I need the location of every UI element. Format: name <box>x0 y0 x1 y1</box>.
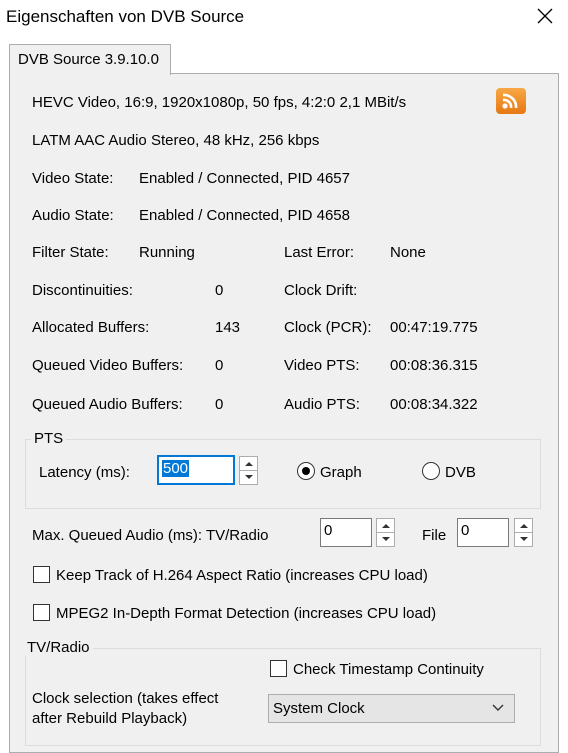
latency-input[interactable]: 500 <box>157 455 235 485</box>
latency-label: Latency (ms): <box>39 464 130 481</box>
dvb-radio[interactable] <box>422 462 440 480</box>
dvb-radio-label[interactable]: DVB <box>445 464 476 481</box>
last-error-value: None <box>390 244 426 261</box>
pts-group-title: PTS <box>31 430 67 447</box>
clock-selection-label-line1: Clock selection (takes effect <box>32 690 219 707</box>
keep-track-label[interactable]: Keep Track of H.264 Aspect Ratio (increa… <box>56 567 428 584</box>
filter-state-value: Running <box>139 244 195 261</box>
clock-drift-label: Clock Drift: <box>284 282 358 299</box>
allocated-buffers-value: 143 <box>215 319 241 336</box>
chevron-up-icon <box>520 524 528 528</box>
tv-radio-queue-input[interactable]: 0 <box>320 518 372 547</box>
tv-radio-queue-spinner[interactable] <box>376 518 395 547</box>
graph-radio[interactable] <box>297 462 315 480</box>
max-queued-audio-label: Max. Queued Audio (ms): TV/Radio <box>32 527 269 544</box>
clock-selection-value: System Clock <box>273 700 365 717</box>
check-timestamp-checkbox[interactable] <box>270 660 287 677</box>
audio-pts-label: Audio PTS: <box>284 396 360 413</box>
tv-radio-queue-value: 0 <box>324 522 333 539</box>
allocated-buffers-label: Allocated Buffers: <box>32 319 150 336</box>
mpeg2-detection-label[interactable]: MPEG2 In-Depth Format Detection (increas… <box>56 605 436 622</box>
radio-selected-dot <box>302 467 310 475</box>
latency-spin-down-button[interactable] <box>239 470 258 485</box>
chevron-down-icon <box>245 475 253 479</box>
filter-state-label: Filter State: <box>32 244 109 261</box>
file-spin-down-button[interactable] <box>514 532 533 547</box>
tv-radio-spin-up-button[interactable] <box>376 518 395 533</box>
video-state-value: Enabled / Connected, PID 4657 <box>139 170 350 187</box>
clock-selection-dropdown[interactable]: System Clock <box>268 694 515 723</box>
queued-video-value: 0 <box>215 357 224 374</box>
file-queue-spinner[interactable] <box>514 518 533 547</box>
keep-track-checkbox[interactable] <box>33 566 50 583</box>
latency-spin-up-button[interactable] <box>239 456 258 471</box>
mpeg2-detection-checkbox[interactable] <box>33 604 50 621</box>
audio-format-text: LATM AAC Audio Stereo, 48 kHz, 256 kbps <box>32 132 320 149</box>
tab-label: DVB Source 3.9.10.0 <box>18 51 159 68</box>
audio-pts-value: 00:08:34.322 <box>390 396 478 413</box>
latency-value: 500 <box>162 460 190 477</box>
last-error-label: Last Error: <box>284 244 355 261</box>
rss-icon[interactable] <box>496 88 526 114</box>
file-label: File <box>422 527 447 544</box>
clock-selection-label-line2: after Rebuild Playback) <box>32 710 188 727</box>
video-state-label: Video State: <box>32 170 114 187</box>
chevron-down-icon <box>382 537 390 541</box>
audio-state-value: Enabled / Connected, PID 4658 <box>139 207 350 224</box>
video-pts-value: 00:08:36.315 <box>390 357 478 374</box>
queued-video-label: Queued Video Buffers: <box>32 357 184 374</box>
video-format-text: HEVC Video, 16:9, 1920x1080p, 50 fps, 4:… <box>32 94 407 111</box>
file-queue-input[interactable]: 0 <box>457 518 509 547</box>
video-pts-label: Video PTS: <box>284 357 360 374</box>
clock-pcr-value: 00:47:19.775 <box>390 319 478 336</box>
discontinuities-label: Discontinuities: <box>32 282 133 299</box>
clock-pcr-label: Clock (PCR): <box>284 319 372 336</box>
tv-radio-spin-down-button[interactable] <box>376 532 395 547</box>
file-spin-up-button[interactable] <box>514 518 533 533</box>
window-title: Eigenschaften von DVB Source <box>6 7 245 26</box>
chevron-up-icon <box>382 524 390 528</box>
check-timestamp-label[interactable]: Check Timestamp Continuity <box>293 661 484 678</box>
discontinuities-value: 0 <box>215 282 224 299</box>
tab-dvb-source[interactable]: DVB Source 3.9.10.0 <box>9 44 171 75</box>
audio-state-label: Audio State: <box>32 207 114 224</box>
chevron-up-icon <box>245 462 253 466</box>
chevron-down-icon <box>492 704 504 711</box>
latency-spinner[interactable] <box>239 456 258 485</box>
queued-audio-label: Queued Audio Buffers: <box>32 396 183 413</box>
graph-radio-label[interactable]: Graph <box>320 464 362 481</box>
chevron-down-icon <box>520 537 528 541</box>
queued-audio-value: 0 <box>215 396 224 413</box>
tv-radio-group-title: TV/Radio <box>24 639 93 656</box>
title-bar: Eigenschaften von DVB Source <box>0 0 568 36</box>
close-icon[interactable] <box>533 4 557 28</box>
file-queue-value: 0 <box>461 522 470 539</box>
